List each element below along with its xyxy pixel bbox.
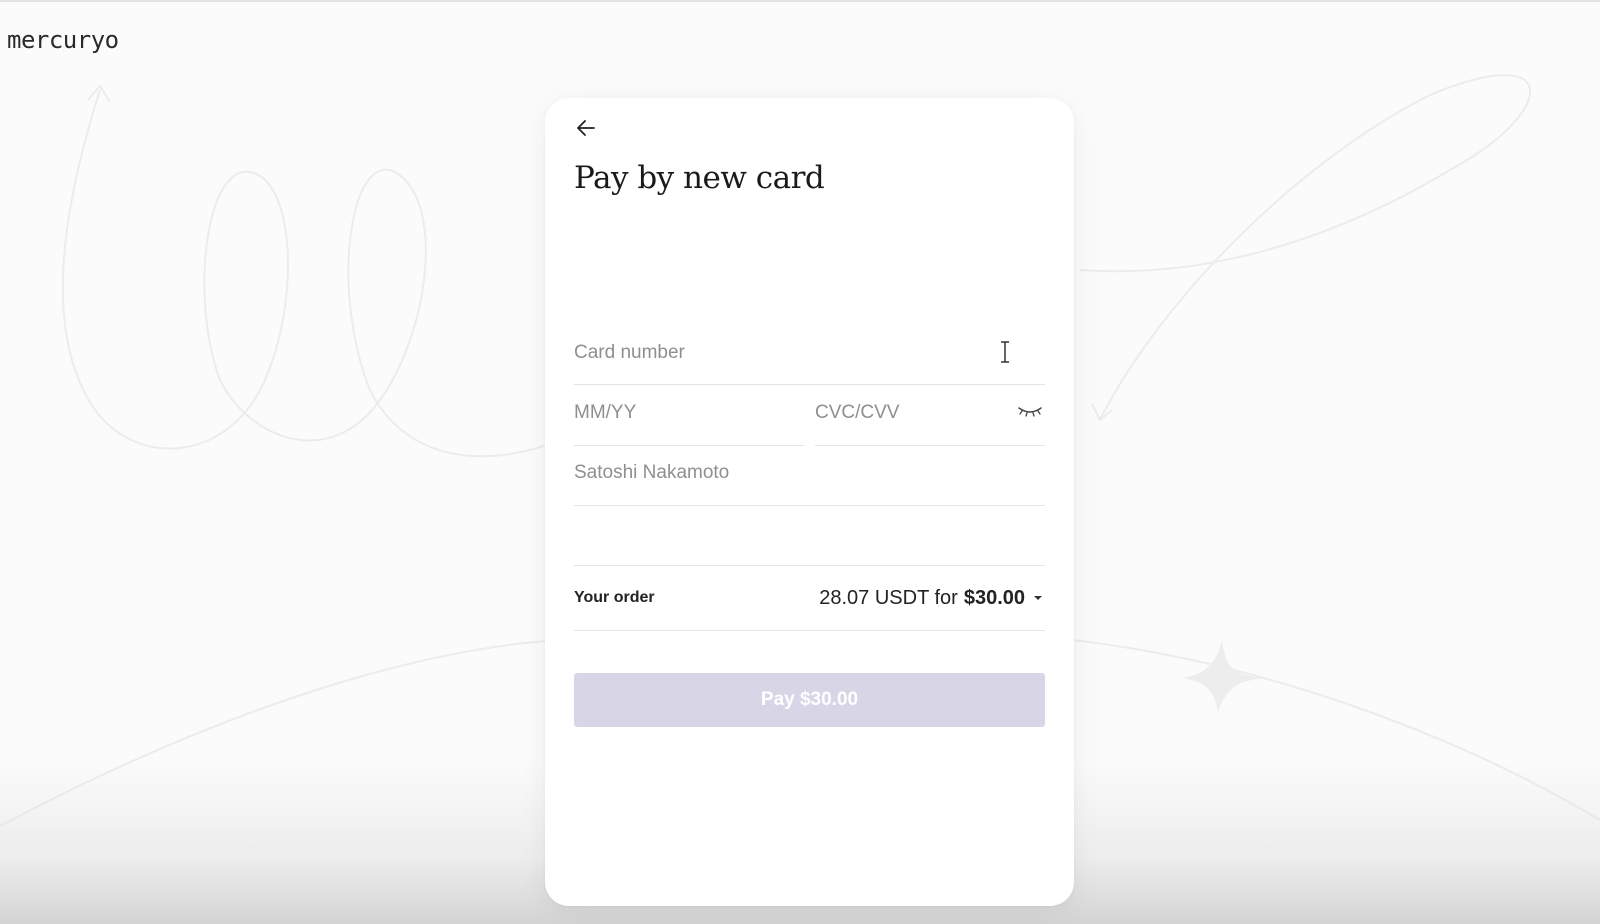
order-details-toggle[interactable]: 28.07 USDT for $30.00 bbox=[819, 587, 1045, 610]
expiry-field bbox=[574, 396, 804, 446]
expiry-input[interactable] bbox=[574, 398, 804, 428]
back-button[interactable] bbox=[571, 113, 601, 143]
eye-closed-icon[interactable] bbox=[1017, 404, 1043, 418]
text-cursor-icon bbox=[1001, 341, 1009, 363]
cardholder-name-field bbox=[574, 456, 1045, 506]
page-title: Pay by new card bbox=[574, 160, 825, 196]
crypto-amount: 28.07 USDT for bbox=[819, 586, 958, 609]
cvc-field bbox=[815, 396, 1045, 446]
mercuryo-logo: mercuryo bbox=[7, 26, 119, 54]
order-divider-bottom bbox=[574, 630, 1045, 631]
caret-down-icon bbox=[1034, 596, 1042, 600]
card-number-input[interactable] bbox=[574, 338, 1045, 368]
order-label: Your order bbox=[574, 589, 655, 606]
arrow-left-icon bbox=[577, 120, 595, 136]
cardholder-name-input[interactable] bbox=[574, 458, 1045, 488]
order-summary-row: Your order 28.07 USDT for $30.00 bbox=[574, 568, 1045, 628]
payment-card: Pay by new card Your order 28.07 USDT fo… bbox=[545, 98, 1074, 906]
order-divider-top bbox=[574, 565, 1045, 566]
card-number-field bbox=[574, 336, 1045, 385]
fiat-amount: $30.00 bbox=[963, 586, 1025, 609]
pay-button[interactable]: Pay $30.00 bbox=[574, 673, 1045, 727]
cvc-input[interactable] bbox=[815, 398, 1045, 428]
